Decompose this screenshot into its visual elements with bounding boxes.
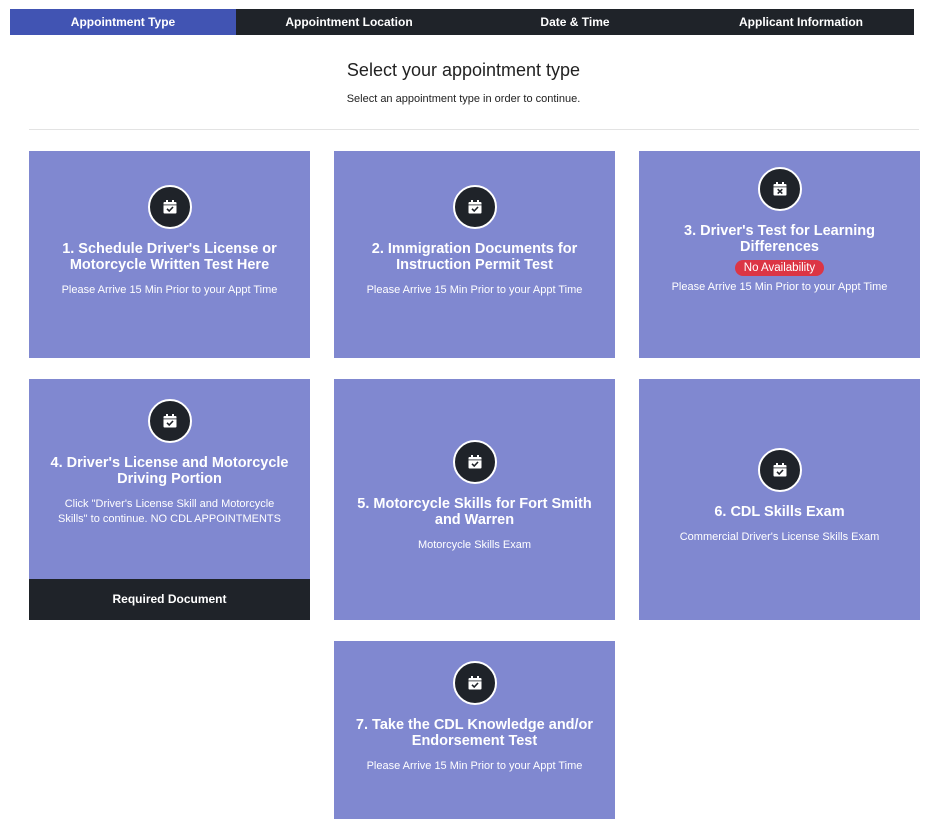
calendar-check-icon [147,185,192,229]
calendar-check-icon [757,448,802,492]
calendar-x-icon [757,167,802,211]
card-description: Motorcycle Skills Exam [417,539,532,551]
appointment-card-5[interactable]: 5. Motorcycle Skills for Fort Smith and … [334,379,615,620]
calendar-check-icon [452,185,497,229]
required-document-button[interactable]: Required Document [29,579,310,620]
page-subtitle: Select an appointment type in order to c… [346,93,581,105]
step-navigation: Appointment Type Appointment Location Da… [10,9,914,35]
step-date-time[interactable]: Date & Time [462,9,688,35]
card-description: Click "Driver's License Skill and Motorc… [58,498,281,525]
step-applicant-information[interactable]: Applicant Information [688,9,914,35]
calendar-check-icon [452,440,497,484]
card-title: 4. Driver's License and Motorcycle Drivi… [50,455,289,487]
no-availability-badge: No Availability [734,260,825,276]
calendar-check-icon [452,661,497,705]
appointment-card-3[interactable]: 3. Driver's Test for Learning Difference… [639,151,920,358]
card-title: 2. Immigration Documents for Instruction… [371,241,578,273]
card-description: Please Arrive 15 Min Prior to your Appt … [61,284,278,296]
appointment-card-7[interactable]: 7. Take the CDL Knowledge and/or Endorse… [334,641,615,819]
card-title: 6. CDL Skills Exam [714,504,845,520]
appointment-card-6[interactable]: 6. CDL Skills Exam Commercial Driver's L… [639,379,920,620]
calendar-check-icon [147,399,192,443]
card-description: Please Arrive 15 Min Prior to your Appt … [366,760,583,772]
card-title: 1. Schedule Driver's License or Motorcyc… [62,241,277,273]
page-title: Select your appointment type [346,60,581,80]
card-title: 7. Take the CDL Knowledge and/or Endorse… [355,717,594,749]
divider [29,129,919,130]
card-description: Please Arrive 15 Min Prior to your Appt … [366,284,583,296]
card-description: Commercial Driver's License Skills Exam [679,531,880,543]
card-title: 5. Motorcycle Skills for Fort Smith and … [357,496,592,528]
card-title: 3. Driver's Test for Learning Difference… [684,223,875,255]
step-appointment-location[interactable]: Appointment Location [236,9,462,35]
appointment-card-1[interactable]: 1. Schedule Driver's License or Motorcyc… [29,151,310,358]
card-description: Please Arrive 15 Min Prior to your Appt … [671,281,888,293]
appointment-card-2[interactable]: 2. Immigration Documents for Instruction… [334,151,615,358]
appointment-card-4[interactable]: 4. Driver's License and Motorcycle Drivi… [29,379,310,620]
step-appointment-type[interactable]: Appointment Type [10,9,236,35]
